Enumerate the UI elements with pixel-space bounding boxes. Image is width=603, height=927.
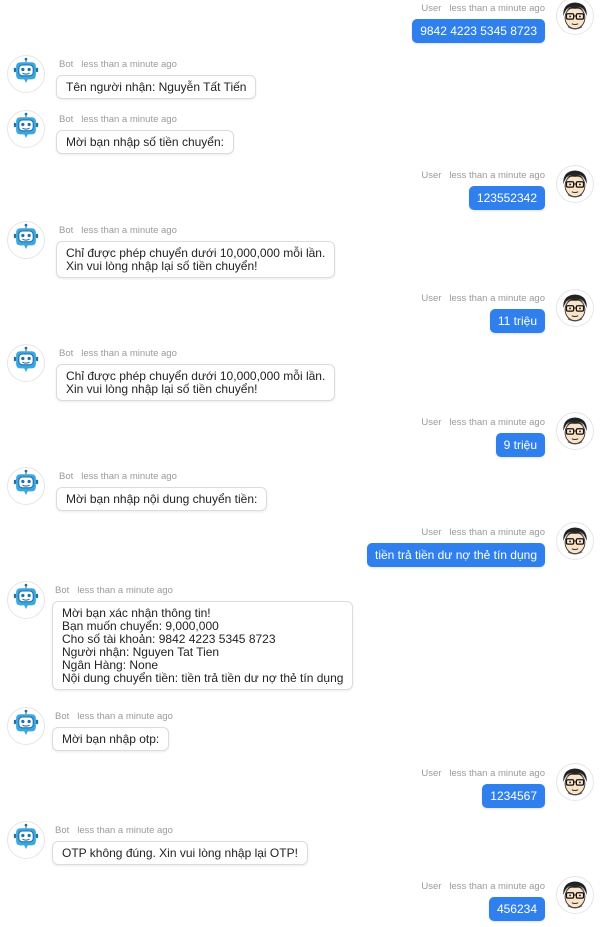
bot-avatar <box>7 110 45 148</box>
bot-avatar <box>7 467 45 505</box>
user-avatar <box>556 412 594 450</box>
robot-icon <box>13 469 39 495</box>
user-face-icon <box>563 294 587 322</box>
message-meta: Bot less than a minute ago <box>55 825 173 836</box>
timestamp: less than a minute ago <box>81 59 177 70</box>
bot-message-bubble: Tên người nhận: Nguyễn Tất Tiến <box>56 75 257 99</box>
timestamp: less than a minute ago <box>449 170 545 181</box>
timestamp: less than a minute ago <box>449 527 545 538</box>
user-message-bubble: 456234 <box>488 897 545 921</box>
user-message-bubble: 1234567 <box>482 784 545 808</box>
timestamp: less than a minute ago <box>77 711 173 722</box>
message-meta: User less than a minute ago <box>421 881 545 892</box>
sender-label: User <box>421 293 442 304</box>
user-face-icon <box>563 170 587 198</box>
user-face-icon <box>563 417 587 445</box>
sender-label: Bot <box>59 114 74 125</box>
timestamp: less than a minute ago <box>449 293 545 304</box>
timestamp: less than a minute ago <box>449 417 545 428</box>
bot-avatar <box>7 55 45 93</box>
timestamp: less than a minute ago <box>81 114 177 125</box>
timestamp: less than a minute ago <box>81 471 177 482</box>
bot-avatar <box>7 821 45 859</box>
sender-label: Bot <box>59 225 74 236</box>
user-message-bubble: tiền trả tiền dư nợ thẻ tín dụng <box>366 543 545 567</box>
robot-icon <box>13 223 39 249</box>
bot-avatar <box>7 221 45 259</box>
message-meta: Bot less than a minute ago <box>59 348 177 359</box>
robot-icon <box>13 823 39 849</box>
sender-label: Bot <box>55 711 70 722</box>
bot-message-bubble: Mời bạn nhập nội dung chuyển tiền: <box>56 487 268 511</box>
timestamp: less than a minute ago <box>449 3 545 14</box>
bot-message-bubble: Mời bạn nhập số tiền chuyển: <box>56 130 234 154</box>
robot-icon <box>13 57 39 83</box>
sender-label: Bot <box>59 59 74 70</box>
timestamp: less than a minute ago <box>449 768 545 779</box>
robot-icon <box>13 583 39 609</box>
bot-message-bubble: Chỉ được phép chuyển dưới 10,000,000 mỗi… <box>56 364 336 401</box>
message-meta: User less than a minute ago <box>421 293 545 304</box>
user-avatar <box>556 763 594 801</box>
sender-label: Bot <box>55 585 70 596</box>
user-face-icon <box>563 881 587 909</box>
bot-message-bubble: OTP không đúng. Xin vui lòng nhập lại OT… <box>52 841 308 865</box>
robot-icon <box>13 112 39 138</box>
user-avatar <box>556 522 594 560</box>
user-avatar <box>556 289 594 327</box>
sender-label: User <box>421 417 442 428</box>
user-message-bubble: 123552342 <box>468 186 545 210</box>
sender-label: User <box>421 170 442 181</box>
sender-label: Bot <box>59 348 74 359</box>
user-message-bubble: 9 triệu <box>495 433 545 457</box>
sender-label: User <box>421 3 442 14</box>
message-meta: User less than a minute ago <box>421 417 545 428</box>
user-avatar <box>556 0 594 35</box>
user-face-icon <box>563 527 587 555</box>
sender-label: User <box>421 527 442 538</box>
message-meta: User less than a minute ago <box>421 170 545 181</box>
message-meta: Bot less than a minute ago <box>59 225 177 236</box>
message-meta: Bot less than a minute ago <box>55 711 173 722</box>
message-meta: User less than a minute ago <box>421 527 545 538</box>
robot-icon <box>13 346 39 372</box>
user-message-bubble: 9842 4223 5345 8723 <box>412 19 545 43</box>
user-avatar <box>556 876 594 914</box>
message-meta: Bot less than a minute ago <box>55 585 173 596</box>
message-meta: Bot less than a minute ago <box>59 114 177 125</box>
message-meta: User less than a minute ago <box>421 768 545 779</box>
sender-label: User <box>421 768 442 779</box>
bot-message-bubble: Chỉ được phép chuyển dưới 10,000,000 mỗi… <box>56 241 336 278</box>
robot-icon <box>13 709 39 735</box>
message-meta: Bot less than a minute ago <box>59 471 177 482</box>
user-face-icon <box>563 2 587 30</box>
bot-message-bubble: Mời bạn nhập otp: <box>52 727 170 751</box>
bot-message-bubble: Mời bạn xác nhận thông tin! Bạn muốn chu… <box>52 601 354 690</box>
bot-avatar <box>7 344 45 382</box>
user-face-icon <box>563 768 587 796</box>
sender-label: Bot <box>59 471 74 482</box>
timestamp: less than a minute ago <box>81 225 177 236</box>
sender-label: User <box>421 881 442 892</box>
bot-avatar <box>7 707 45 745</box>
bot-avatar <box>7 581 45 619</box>
message-meta: Bot less than a minute ago <box>59 59 177 70</box>
timestamp: less than a minute ago <box>449 881 545 892</box>
timestamp: less than a minute ago <box>77 585 173 596</box>
user-avatar <box>556 165 594 203</box>
timestamp: less than a minute ago <box>77 825 173 836</box>
message-meta: User less than a minute ago <box>421 3 545 14</box>
sender-label: Bot <box>55 825 70 836</box>
user-message-bubble: 11 triệu <box>489 309 545 333</box>
timestamp: less than a minute ago <box>81 348 177 359</box>
